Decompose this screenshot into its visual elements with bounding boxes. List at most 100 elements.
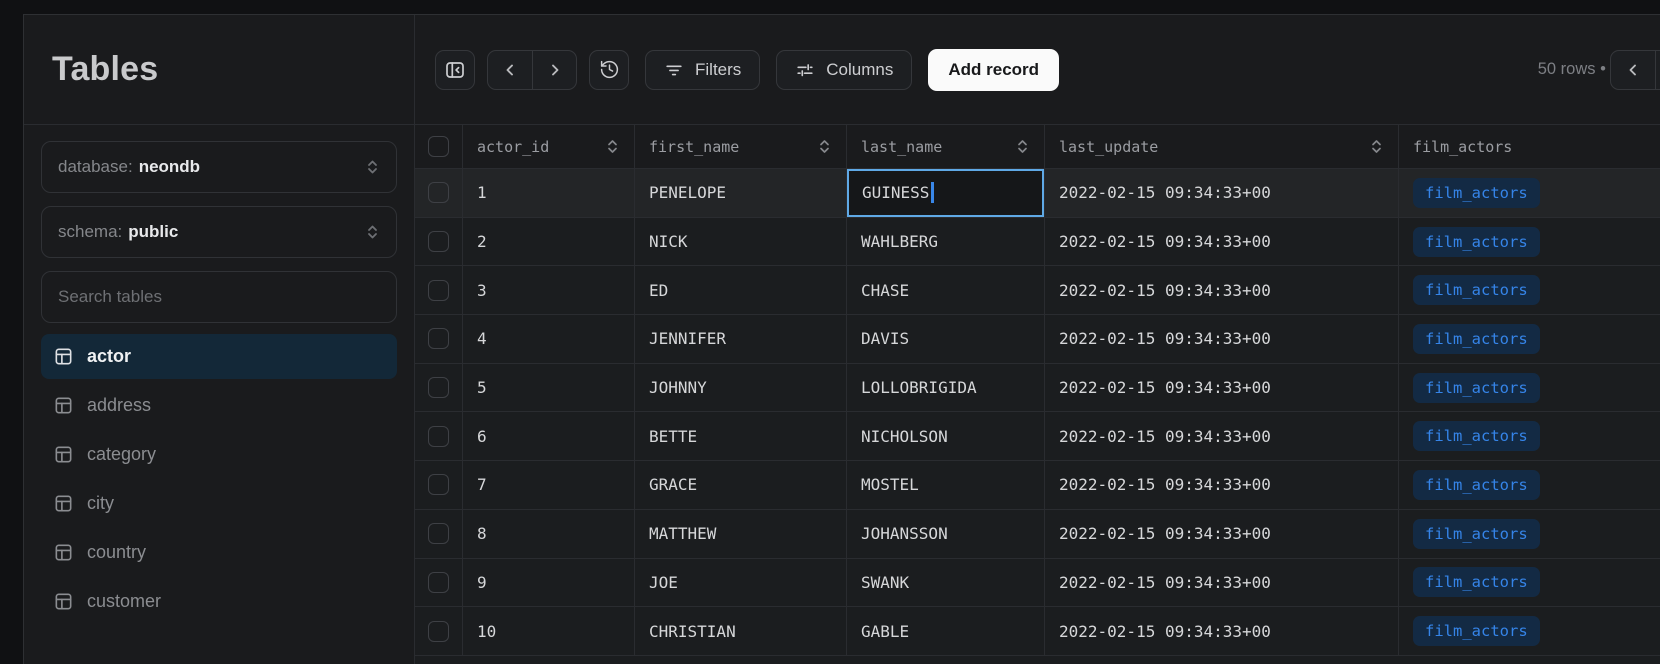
- cell-first-name[interactable]: CHRISTIAN: [635, 607, 847, 655]
- film-actors-link[interactable]: film_actors: [1413, 324, 1540, 354]
- table-row[interactable]: 3 ED CHASE 2022-02-15 09:34:33+00 film_a…: [415, 266, 1660, 315]
- cell-first-name[interactable]: MATTHEW: [635, 510, 847, 558]
- table-row[interactable]: 8 MATTHEW JOHANSSON 2022-02-15 09:34:33+…: [415, 510, 1660, 559]
- table-row[interactable]: 6 BETTE NICHOLSON 2022-02-15 09:34:33+00…: [415, 412, 1660, 461]
- cell-actor-id[interactable]: 1: [463, 169, 635, 217]
- row-checkbox[interactable]: [428, 572, 449, 593]
- cell-last-name[interactable]: JOHANSSON: [847, 510, 1045, 558]
- cell-first-name[interactable]: JENNIFER: [635, 315, 847, 363]
- table-row[interactable]: 5 JOHNNY LOLLOBRIGIDA 2022-02-15 09:34:3…: [415, 364, 1660, 413]
- select-all-checkbox[interactable]: [428, 136, 449, 157]
- cell-last-update[interactable]: 2022-02-15 09:34:33+00: [1045, 412, 1399, 460]
- column-header[interactable]: film_actors: [1399, 125, 1660, 168]
- sidebar-table-item[interactable]: customer: [41, 579, 397, 624]
- cell-last-update[interactable]: 2022-02-15 09:34:33+00: [1045, 559, 1399, 607]
- cell-actor-id[interactable]: 4: [463, 315, 635, 363]
- previous-page-button[interactable]: [488, 51, 532, 89]
- cell-last-update[interactable]: 2022-02-15 09:34:33+00: [1045, 364, 1399, 412]
- column-header[interactable]: last_name: [847, 125, 1045, 168]
- cell-first-name[interactable]: PENELOPE: [635, 169, 847, 217]
- sidebar-table-item[interactable]: country: [41, 530, 397, 575]
- history-button[interactable]: [589, 50, 629, 90]
- cell-last-name[interactable]: GABLE: [847, 607, 1045, 655]
- cell-last-name[interactable]: DAVIS: [847, 315, 1045, 363]
- scroll-columns-left-button[interactable]: [1611, 51, 1655, 89]
- table-row[interactable]: 9 JOE SWANK 2022-02-15 09:34:33+00 film_…: [415, 559, 1660, 608]
- cell-first-name[interactable]: JOHNNY: [635, 364, 847, 412]
- filters-button[interactable]: Filters: [645, 50, 760, 90]
- cell-last-update[interactable]: 2022-02-15 09:34:33+00: [1045, 218, 1399, 266]
- search-tables-input[interactable]: [41, 271, 397, 323]
- table-row[interactable]: 2 NICK WAHLBERG 2022-02-15 09:34:33+00 f…: [415, 218, 1660, 267]
- row-checkbox[interactable]: [428, 328, 449, 349]
- cell-last-name[interactable]: LOLLOBRIGIDA: [847, 364, 1045, 412]
- column-header[interactable]: actor_id: [463, 125, 635, 168]
- cell-first-name[interactable]: JOE: [635, 559, 847, 607]
- row-checkbox[interactable]: [428, 280, 449, 301]
- film-actors-link[interactable]: film_actors: [1413, 275, 1540, 305]
- cell-actor-id[interactable]: 9: [463, 559, 635, 607]
- cell-last-name[interactable]: NICHOLSON: [847, 412, 1045, 460]
- row-checkbox[interactable]: [428, 377, 449, 398]
- film-actors-link[interactable]: film_actors: [1413, 421, 1540, 451]
- cell-actor-id[interactable]: 8: [463, 510, 635, 558]
- cell-actor-id[interactable]: 10: [463, 607, 635, 655]
- cell-last-name[interactable]: MOSTEL: [847, 461, 1045, 509]
- cell-last-update[interactable]: 2022-02-15 09:34:33+00: [1045, 461, 1399, 509]
- sort-icon[interactable]: [817, 138, 832, 155]
- cell-last-name[interactable]: WAHLBERG: [847, 218, 1045, 266]
- row-checkbox[interactable]: [428, 231, 449, 252]
- row-checkbox[interactable]: [428, 621, 449, 642]
- film-actors-link[interactable]: film_actors: [1413, 178, 1540, 208]
- scroll-columns-right-button[interactable]: [1655, 51, 1660, 89]
- cell-editor[interactable]: GUINESS: [847, 169, 1044, 217]
- film-actors-link[interactable]: film_actors: [1413, 616, 1540, 646]
- row-checkbox[interactable]: [428, 426, 449, 447]
- next-page-button[interactable]: [532, 51, 576, 89]
- film-actors-link[interactable]: film_actors: [1413, 470, 1540, 500]
- cell-actor-id[interactable]: 3: [463, 266, 635, 314]
- cell-actor-id[interactable]: 2: [463, 218, 635, 266]
- cell-first-name[interactable]: BETTE: [635, 412, 847, 460]
- sidebar-table-item[interactable]: actor: [41, 334, 397, 379]
- table-row[interactable]: 4 JENNIFER DAVIS 2022-02-15 09:34:33+00 …: [415, 315, 1660, 364]
- film-actors-link[interactable]: film_actors: [1413, 373, 1540, 403]
- collapse-sidebar-button[interactable]: [435, 50, 475, 90]
- row-checkbox[interactable]: [428, 474, 449, 495]
- column-header-label: film_actors: [1413, 138, 1646, 156]
- sidebar-table-item[interactable]: category: [41, 432, 397, 477]
- column-header[interactable]: last_update: [1045, 125, 1399, 168]
- table-row[interactable]: 7 GRACE MOSTEL 2022-02-15 09:34:33+00 fi…: [415, 461, 1660, 510]
- cell-last-name[interactable]: CHASE: [847, 266, 1045, 314]
- sort-icon[interactable]: [605, 138, 620, 155]
- cell-last-update[interactable]: 2022-02-15 09:34:33+00: [1045, 315, 1399, 363]
- column-header[interactable]: first_name: [635, 125, 847, 168]
- row-checkbox[interactable]: [428, 182, 449, 203]
- film-actors-link[interactable]: film_actors: [1413, 227, 1540, 257]
- table-row[interactable]: 1 PENELOPE GUINESS 2022-02-15 09:34:33+0…: [415, 169, 1660, 218]
- cell-actor-id[interactable]: 5: [463, 364, 635, 412]
- sidebar-table-item[interactable]: city: [41, 481, 397, 526]
- schema-select[interactable]: schema: public: [41, 206, 397, 258]
- cell-first-name[interactable]: ED: [635, 266, 847, 314]
- sidebar-table-item[interactable]: address: [41, 383, 397, 428]
- cell-last-update[interactable]: 2022-02-15 09:34:33+00: [1045, 607, 1399, 655]
- row-checkbox[interactable]: [428, 523, 449, 544]
- sort-icon[interactable]: [1369, 138, 1384, 155]
- cell-actor-id[interactable]: 7: [463, 461, 635, 509]
- add-record-button[interactable]: Add record: [928, 49, 1059, 91]
- cell-last-update[interactable]: 2022-02-15 09:34:33+00: [1045, 169, 1399, 217]
- cell-actor-id[interactable]: 6: [463, 412, 635, 460]
- sort-icon[interactable]: [1015, 138, 1030, 155]
- database-select[interactable]: database: neondb: [41, 141, 397, 193]
- cell-first-name[interactable]: GRACE: [635, 461, 847, 509]
- film-actors-link[interactable]: film_actors: [1413, 567, 1540, 597]
- table-row[interactable]: 10 CHRISTIAN GABLE 2022-02-15 09:34:33+0…: [415, 607, 1660, 656]
- cell-last-update[interactable]: 2022-02-15 09:34:33+00: [1045, 510, 1399, 558]
- cell-first-name[interactable]: NICK: [635, 218, 847, 266]
- cell-last-name[interactable]: SWANK: [847, 559, 1045, 607]
- film-actors-link[interactable]: film_actors: [1413, 519, 1540, 549]
- cell-last-name[interactable]: GUINESS: [847, 169, 1045, 217]
- columns-button[interactable]: Columns: [776, 50, 912, 90]
- cell-last-update[interactable]: 2022-02-15 09:34:33+00: [1045, 266, 1399, 314]
